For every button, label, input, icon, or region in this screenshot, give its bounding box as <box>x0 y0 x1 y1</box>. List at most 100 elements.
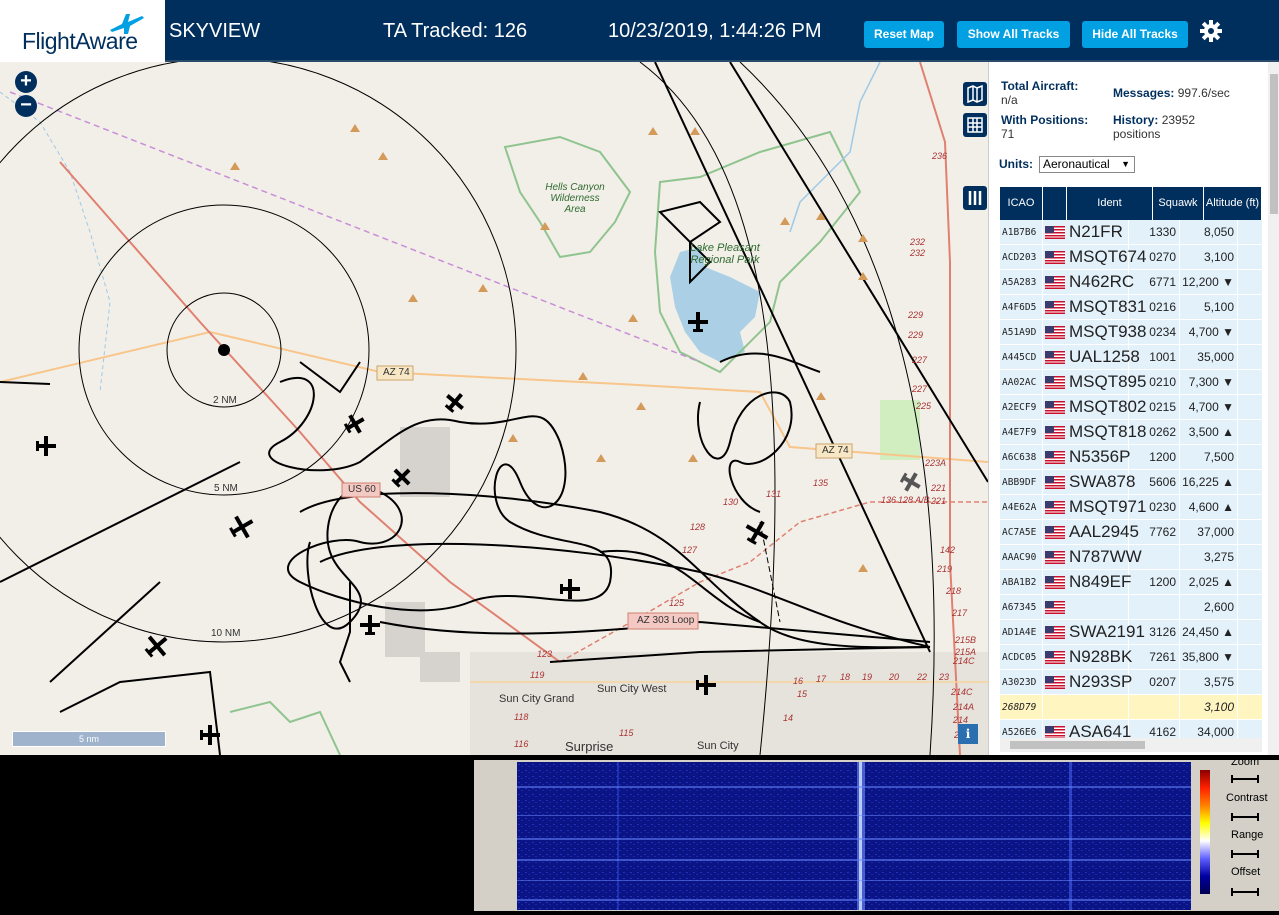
zoom-slider[interactable] <box>1230 773 1260 785</box>
table-row[interactable]: AC7A5E AAL2945 7762 37,000 <box>1000 520 1262 545</box>
table-row[interactable]: A6C638 N5356P 1200 7,500 <box>1000 445 1262 470</box>
label-sun-city-west: Sun City West <box>597 683 667 695</box>
ident-text: N849EF <box>1069 572 1132 591</box>
cell-squawk: 7261 <box>1129 645 1180 669</box>
us-flag-icon <box>1045 650 1065 664</box>
cell-altitude: 4,600 ▲ <box>1180 495 1238 519</box>
cell-icao: AC7A5E <box>1000 520 1043 544</box>
units-value: Aeronautical <box>1043 157 1110 171</box>
cell-squawk: 1001 <box>1129 345 1180 369</box>
with-positions-stat: With Positions: 71 <box>1001 113 1111 141</box>
tracked-count: TA Tracked: 126 <box>383 20 528 42</box>
table-row[interactable]: A4F6D5 MSQT831 0216 5,100 <box>1000 295 1262 320</box>
cell-altitude: 5,100 <box>1180 295 1238 319</box>
cell-squawk: 6771 <box>1129 270 1180 294</box>
cell-squawk: 0230 <box>1129 495 1180 519</box>
offset-slider[interactable] <box>1230 886 1260 898</box>
aircraft-panel: Total Aircraft: n/a Messages: 997.6/sec … <box>988 62 1279 755</box>
column-flag[interactable] <box>1043 187 1067 220</box>
table-row[interactable]: A2ECF9 MSQT802 0215 4,700 ▼ <box>1000 395 1262 420</box>
info-button[interactable]: i <box>958 724 978 744</box>
table-row[interactable]: ABA1B2 N849EF 1200 2,025 ▲ <box>1000 570 1262 595</box>
cell-squawk: 1200 <box>1129 570 1180 594</box>
zoom-in-button[interactable]: + <box>15 71 37 93</box>
cell-icao: ACD203 <box>1000 245 1043 269</box>
table-row[interactable]: AD1A4E SWA2191 3126 24,450 ▲ <box>1000 620 1262 645</box>
vertical-scrollbar[interactable] <box>1268 62 1279 755</box>
table-row[interactable]: A3023D N293SP 0207 3,575 <box>1000 670 1262 695</box>
table-row[interactable]: ACDC05 N928BK 7261 35,800 ▼ <box>1000 645 1262 670</box>
hide-all-tracks-button[interactable]: Hide All Tracks <box>1082 21 1188 48</box>
contrast-slider[interactable] <box>1230 811 1260 823</box>
us-flag-icon <box>1045 500 1065 514</box>
column-icao[interactable]: ICAO <box>1000 187 1043 220</box>
cell-ident: SWA878 <box>1043 470 1135 494</box>
table-row[interactable]: A1B7B6 N21FR 1330 8,050 <box>1000 220 1262 245</box>
cell-ident: MSQT674 <box>1043 245 1146 269</box>
cell-altitude: 3,575 <box>1180 670 1238 694</box>
cell-icao: A4E62A <box>1000 495 1043 519</box>
column-ident[interactable]: Ident <box>1067 187 1153 220</box>
cell-ident <box>1043 695 1129 719</box>
table-row[interactable]: ABB9DF SWA878 5606 16,225 ▲ <box>1000 470 1262 495</box>
gray-block <box>420 652 460 682</box>
ident-text: N5356P <box>1069 447 1131 466</box>
cell-squawk: 0215 <box>1129 395 1180 419</box>
show-all-tracks-button[interactable]: Show All Tracks <box>957 21 1070 48</box>
horizontal-scrollbar[interactable] <box>1000 738 1262 752</box>
label-az74: AZ 74 <box>822 445 849 456</box>
waterfall-display[interactable] <box>517 762 1191 910</box>
us-flag-icon <box>1045 725 1065 739</box>
cell-squawk: 1330 <box>1129 220 1180 244</box>
reset-map-button[interactable]: Reset Map <box>864 21 944 48</box>
columns-button[interactable] <box>963 186 987 210</box>
cell-icao: A51A9D <box>1000 320 1043 344</box>
units-select[interactable]: Aeronautical ▼ <box>1039 156 1135 173</box>
messages-label: Messages: <box>1113 86 1175 100</box>
table-row[interactable]: ACD203 MSQT674 0270 3,100 <box>1000 245 1262 270</box>
map-canvas[interactable] <box>0 62 988 755</box>
gear-icon[interactable] <box>1199 19 1223 43</box>
ident-text: N293SP <box>1069 672 1133 691</box>
table-row[interactable]: AAAC90 N787WW 3,275 <box>1000 545 1262 570</box>
map-view[interactable]: 2 NM 5 NM 10 NM Hells Canyon Wilderness … <box>0 62 988 755</box>
us-flag-icon <box>1045 450 1065 464</box>
table-row[interactable]: 268D79 3,100 <box>1000 695 1262 720</box>
us-flag-icon <box>1045 250 1065 264</box>
cell-icao: A2ECF9 <box>1000 395 1043 419</box>
cell-icao: A1B7B6 <box>1000 220 1043 244</box>
cell-squawk: 0216 <box>1129 295 1180 319</box>
az-74-road <box>0 330 988 463</box>
aircraft-table: ICAO Ident Squawk Altitude (ft) A1B7B6 N2… <box>1000 187 1262 745</box>
table-row[interactable]: A5A283 N462RC 6771 12,200 ▼ <box>1000 270 1262 295</box>
range-slider[interactable] <box>1230 848 1260 860</box>
flightaware-logo[interactable]: FlightAware <box>0 0 165 62</box>
ident-text: N462RC <box>1069 272 1135 291</box>
table-row[interactable]: AA02AC MSQT895 0210 7,300 ▼ <box>1000 370 1262 395</box>
range-label-10nm: 10 NM <box>211 628 241 639</box>
stream <box>0 91 111 393</box>
grid-button[interactable] <box>963 113 987 137</box>
with-positions-value: 71 <box>1001 127 1015 141</box>
column-altitude[interactable]: Altitude (ft) <box>1204 187 1262 220</box>
column-squawk[interactable]: Squawk <box>1153 187 1204 220</box>
cell-altitude: 3,500 ▲ <box>1180 420 1238 444</box>
cell-icao: ACDC05 <box>1000 645 1043 669</box>
table-row[interactable]: A67345 2,600 <box>1000 595 1262 620</box>
scroll-thumb[interactable] <box>1010 741 1145 749</box>
table-row[interactable]: A4E7F9 MSQT818 0262 3,500 ▲ <box>1000 420 1262 445</box>
cell-altitude: 3,100 <box>1180 695 1238 719</box>
zoom-out-button[interactable]: − <box>15 95 37 117</box>
cell-squawk: 0270 <box>1129 245 1180 269</box>
label-sun-city-grand: Sun City Grand <box>499 693 575 705</box>
table-row[interactable]: A51A9D MSQT938 0234 4,700 ▼ <box>1000 320 1262 345</box>
table-row[interactable]: A4E62A MSQT971 0230 4,600 ▲ <box>1000 495 1262 520</box>
table-header: ICAO Ident Squawk Altitude (ft) <box>1000 187 1262 220</box>
table-row[interactable]: A445CD UAL1258 1001 35,000 <box>1000 345 1262 370</box>
scroll-thumb[interactable] <box>1270 74 1278 214</box>
cell-ident: AAL2945 <box>1043 520 1139 544</box>
us-flag-icon <box>1045 625 1065 639</box>
cell-ident: N787WW <box>1043 545 1142 569</box>
grid-icon <box>967 117 983 133</box>
map-layers-button[interactable] <box>963 82 987 106</box>
